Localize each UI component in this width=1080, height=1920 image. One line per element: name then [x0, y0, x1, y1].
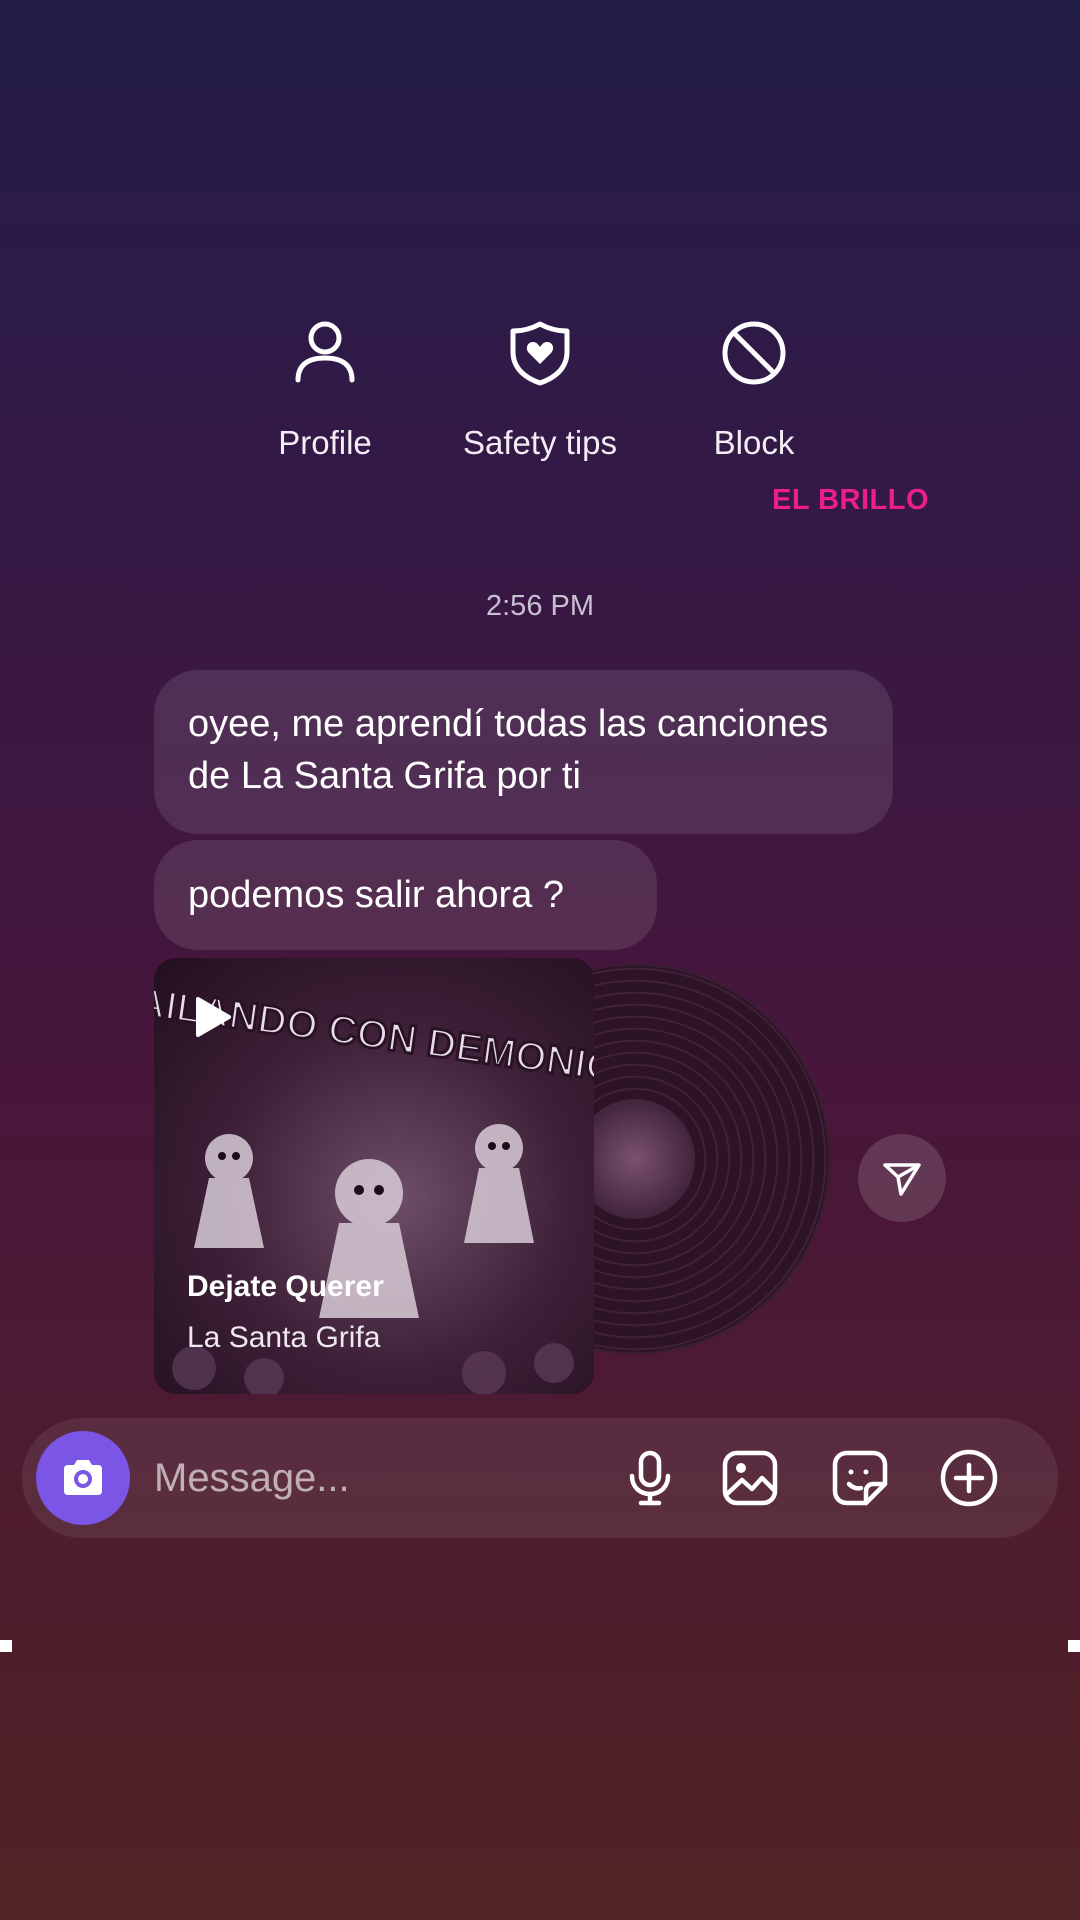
profile-label: Profile: [278, 424, 372, 461]
send-icon: [883, 1163, 921, 1196]
safety-tips-action[interactable]: Safety tips: [430, 320, 650, 462]
block-label: Block: [713, 424, 795, 461]
profile-action[interactable]: Profile: [215, 320, 435, 462]
sheet-corner: [1068, 1640, 1080, 1652]
message-timestamp: 2:56 PM: [486, 590, 594, 622]
shield-heart-icon: [510, 321, 570, 386]
brand-watermark: EL BRILLO: [772, 484, 930, 516]
thread-actions: Profile Safety tips Block: [0, 320, 1080, 490]
message-composer: [22, 1418, 1058, 1538]
camera-button[interactable]: [36, 1431, 130, 1525]
play-icon[interactable]: [194, 996, 232, 1038]
sticker-icon[interactable]: [830, 1448, 890, 1508]
song-artist: La Santa Grifa: [187, 1321, 381, 1354]
sheet-corner: [0, 1640, 12, 1652]
share-button[interactable]: [858, 1134, 946, 1222]
song-title: Dejate Querer: [187, 1270, 384, 1303]
microphone-icon[interactable]: [620, 1448, 680, 1508]
message-bubble[interactable]: podemos salir ahora ?: [154, 840, 657, 950]
gallery-icon[interactable]: [720, 1448, 780, 1508]
block-action[interactable]: Block: [644, 320, 864, 462]
person-icon: [295, 321, 355, 383]
music-card[interactable]: BAILANDO CON DEMONIOS Dejate Querer La S…: [154, 958, 594, 1394]
safety-tips-label: Safety tips: [462, 424, 618, 461]
camera-icon: [64, 1460, 102, 1495]
message-bubble[interactable]: oyee, me aprendí todas las canciones de …: [154, 670, 893, 834]
plus-circle-icon[interactable]: [939, 1448, 999, 1508]
block-icon: [722, 321, 786, 385]
message-input[interactable]: [154, 1448, 594, 1508]
